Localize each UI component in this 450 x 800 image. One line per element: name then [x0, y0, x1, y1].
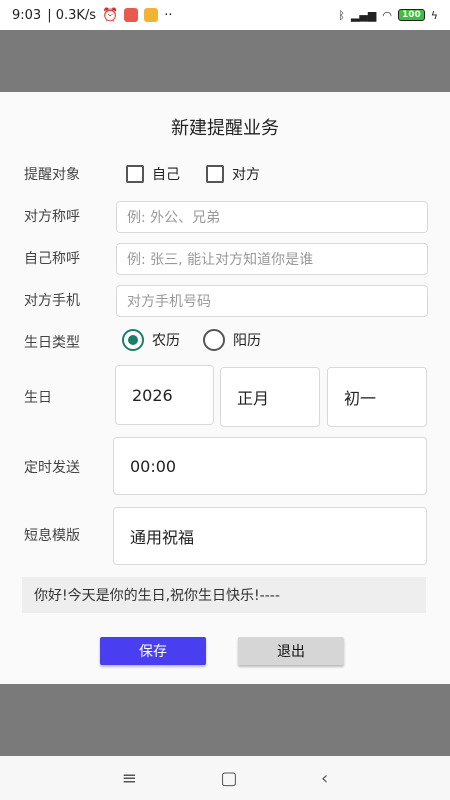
exit-button[interactable]: 退出	[238, 637, 344, 665]
other-phone-label: 对方手机	[24, 293, 80, 309]
self-name-label: 自己称呼	[24, 251, 80, 267]
new-reminder-dialog: 新建提醒业务 提醒对象 自己 对方 对方称呼 例: 外公、兄弟 自己称呼 例: …	[0, 92, 450, 684]
home-icon[interactable]: ▢	[220, 768, 237, 789]
wifi-icon: ◠	[382, 8, 392, 22]
radio-solar[interactable]: 阳历	[203, 329, 261, 351]
notification-app-icon	[144, 8, 159, 22]
radio-lunar[interactable]: 农历	[122, 329, 180, 351]
day-picker[interactable]: 初一	[327, 367, 427, 427]
back-icon[interactable]: ‹	[321, 768, 328, 789]
alarm-icon: ⏰	[102, 7, 119, 23]
radio-solar-label: 阳历	[233, 333, 261, 349]
battery-icon: 100	[397, 9, 425, 21]
save-button[interactable]: 保存	[100, 637, 206, 665]
schedule-label: 定时发送	[24, 460, 80, 476]
other-name-input[interactable]: 例: 外公、兄弟	[116, 201, 428, 233]
checkbox-self-label: 自己	[152, 167, 180, 183]
charging-icon: ϟ	[430, 8, 438, 22]
template-label: 短息模版	[24, 528, 80, 544]
birthday-label: 生日	[24, 390, 52, 406]
status-net-speed: | 0.3K/s	[47, 7, 97, 23]
checkbox-other-label: 对方	[232, 167, 260, 183]
notification-app-icon	[124, 8, 139, 22]
birthday-type-label: 生日类型	[24, 335, 80, 351]
bluetooth-icon: ᛒ	[338, 8, 345, 22]
year-picker[interactable]: 2026	[115, 365, 214, 425]
radio-circle[interactable]	[203, 329, 225, 351]
status-time: 9:03	[12, 7, 42, 23]
target-label: 提醒对象	[24, 167, 80, 183]
status-bar: 9:03 | 0.3K/s ⏰ ·· ᛒ ▂▄▆ ◠ 100 ϟ	[0, 0, 450, 30]
self-name-input[interactable]: 例: 张三, 能让对方知道你是谁	[116, 243, 428, 275]
checkbox-other[interactable]: 对方	[206, 164, 260, 184]
other-name-label: 对方称呼	[24, 209, 80, 225]
radio-lunar-label: 农历	[152, 333, 180, 349]
template-picker[interactable]: 通用祝福	[113, 507, 427, 565]
system-nav-bar: ≡ ▢ ‹	[0, 756, 450, 800]
other-phone-input[interactable]: 对方手机号码	[116, 285, 428, 317]
menu-icon[interactable]: ≡	[122, 768, 137, 789]
radio-circle-selected[interactable]	[122, 329, 144, 351]
checkbox-box[interactable]	[206, 165, 224, 183]
schedule-time-picker[interactable]: 00:00	[113, 437, 427, 495]
message-preview: 你好!今天是你的生日,祝你生日快乐!----	[22, 577, 426, 613]
dim-overlay-top[interactable]	[0, 30, 450, 92]
dim-overlay-bottom[interactable]	[0, 684, 450, 756]
checkbox-self[interactable]: 自己	[126, 164, 180, 184]
signal-icon: ▂▄▆	[350, 8, 377, 22]
checkbox-box[interactable]	[126, 165, 144, 183]
dialog-title: 新建提醒业务	[171, 118, 279, 139]
status-more-dots: ··	[164, 7, 173, 23]
month-picker[interactable]: 正月	[220, 367, 320, 427]
